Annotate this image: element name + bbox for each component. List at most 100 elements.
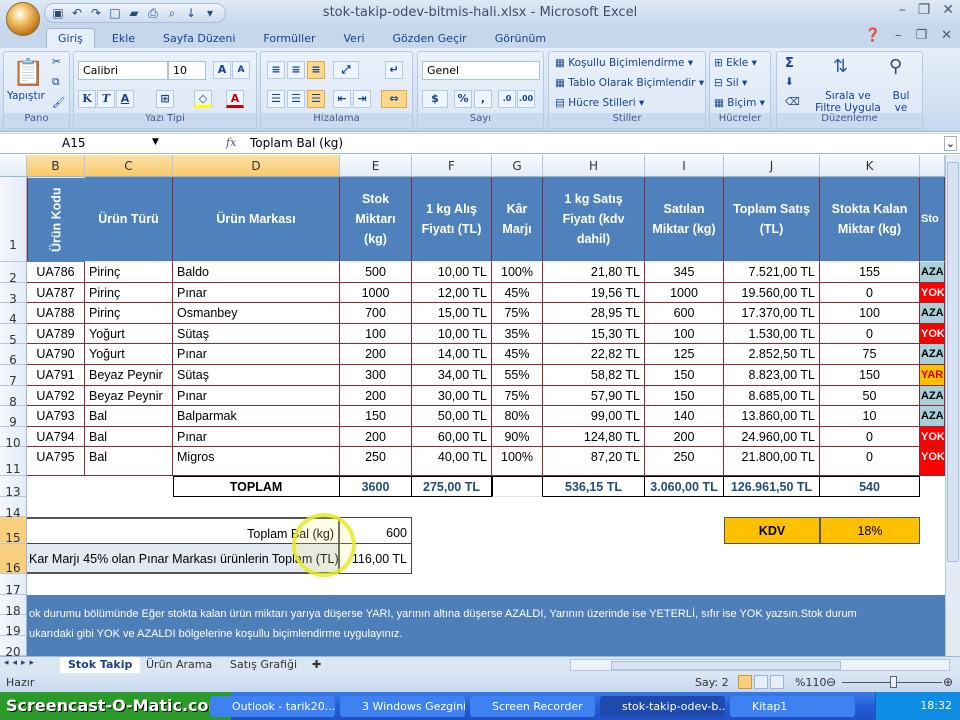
insert-function-button[interactable]: fx — [226, 136, 236, 149]
align-top-icon[interactable]: ≡ — [267, 61, 285, 79]
orientation-icon[interactable]: ⤢ — [333, 61, 359, 79]
align-bottom-icon[interactable]: ≡ — [307, 61, 325, 79]
tab-gorunum[interactable]: Görünüm — [484, 29, 557, 48]
horizontal-scrollbar[interactable] — [570, 659, 950, 671]
currency-icon[interactable]: $ — [422, 90, 448, 108]
page-layout-view-icon[interactable] — [754, 675, 768, 689]
column-header-j[interactable]: J — [724, 155, 820, 177]
fill-color-icon[interactable]: ◇ — [194, 90, 212, 108]
row-header-20[interactable]: 20 — [0, 636, 27, 659]
name-box[interactable]: A15 — [2, 135, 165, 153]
row-header-3[interactable]: 3 — [0, 282, 27, 306]
redo-icon[interactable]: ↷ — [89, 6, 103, 20]
worksheet-grid[interactable]: B C D E F G H I J K 1 2 3 4 5 6 7 8 9 10 11 13 14 15 16 17 18 19 20 Ü… — [0, 155, 945, 659]
open-folder-icon[interactable]: ▰ — [127, 6, 141, 20]
column-header-d[interactable]: D — [173, 155, 340, 177]
paste-button[interactable]: Yapıştır — [7, 90, 45, 102]
column-header-g[interactable]: G — [492, 155, 543, 177]
paste-icon[interactable]: 📋 — [12, 58, 44, 88]
help-icon[interactable]: ❓ — [865, 28, 881, 43]
undo-icon[interactable]: ↶ — [70, 6, 84, 20]
insert-cells-button[interactable]: ⊞ Ekle ▾ — [714, 57, 757, 69]
maximize-icon[interactable]: ❐ — [918, 2, 931, 18]
zoom-in-icon[interactable]: ⊕ — [943, 675, 953, 689]
vertical-scrollbar[interactable] — [945, 155, 960, 656]
column-header-f[interactable]: F — [412, 155, 492, 177]
clear-icon[interactable]: ⌫ — [785, 96, 800, 108]
align-middle-icon[interactable]: ≡ — [287, 61, 305, 79]
sort-filter-icon[interactable]: ⇅ — [833, 56, 848, 77]
row-header-8[interactable]: 8 — [0, 385, 27, 409]
sort-filter-button[interactable]: Sırala ve Filtre Uygula — [813, 90, 883, 114]
taskbar-item-kitap1[interactable]: Kitap1 — [730, 696, 855, 717]
minimize-icon[interactable]: – — [899, 2, 906, 18]
tab-formuller[interactable]: Formüller — [252, 29, 326, 48]
doc-minimize-icon[interactable]: – — [895, 28, 902, 43]
tab-sayfa-duzeni[interactable]: Sayfa Düzeni — [152, 29, 246, 48]
comma-button[interactable]: , — [474, 90, 492, 108]
autosum-button[interactable]: Σ — [785, 56, 794, 71]
row-header-14[interactable]: 14 — [0, 497, 27, 520]
align-center-icon[interactable]: ☰ — [287, 90, 305, 108]
row-header-13[interactable]: 13 — [0, 476, 27, 499]
office-button[interactable] — [6, 2, 40, 36]
doc-close-icon[interactable]: ✕ — [941, 28, 952, 43]
align-left-icon[interactable]: ☰ — [267, 90, 285, 108]
copy-icon[interactable]: ⧉ — [52, 76, 60, 89]
percent-button[interactable]: % — [454, 90, 472, 108]
row-header-18[interactable]: 18 — [0, 595, 27, 618]
taskbar-item-excel-stok[interactable]: stok-takip-odev-b... — [600, 696, 725, 717]
print-preview-icon[interactable]: ⌕ — [165, 6, 179, 20]
binoculars-icon[interactable]: ⚲ — [889, 56, 902, 77]
new-file-icon[interactable]: □ — [108, 6, 122, 20]
column-header-k[interactable]: K — [820, 155, 920, 177]
vertical-scroll-thumb[interactable] — [947, 162, 959, 562]
zoom-level[interactable]: %110 — [795, 676, 826, 689]
sheet-nav-arrows[interactable]: ◂◂▸▸ — [4, 658, 38, 668]
cell-styles-button[interactable]: ▤ Hücre Stilleri ▾ — [555, 97, 644, 109]
column-header-c[interactable]: C — [85, 155, 173, 177]
merge-center-icon[interactable]: ⇔ — [381, 90, 407, 108]
row-header-4[interactable]: 4 — [0, 303, 27, 326]
name-box-dropdown-icon[interactable]: ▼ — [152, 137, 159, 147]
increase-indent-icon[interactable]: ⇥ — [353, 90, 371, 108]
row-header-9[interactable]: 9 — [0, 406, 27, 429]
row-header-11[interactable]: 11 — [0, 447, 27, 476]
conditional-formatting-button[interactable]: ▦ Koşullu Biçimlendirme ▾ — [555, 57, 693, 69]
borders-icon[interactable]: ⊞ — [156, 90, 174, 108]
doc-restore-icon[interactable]: ❐ — [915, 28, 927, 43]
page-break-view-icon[interactable] — [770, 675, 784, 689]
decrease-decimal-icon[interactable]: .00 — [517, 90, 535, 108]
shrink-font-icon[interactable]: A — [232, 61, 250, 79]
format-as-table-button[interactable]: ▦ Tablo Olarak Biçimlendir ▾ — [555, 77, 704, 89]
customize-qat-icon[interactable]: ▾ — [203, 6, 217, 20]
decrease-indent-icon[interactable]: ⇤ — [333, 90, 351, 108]
number-format-select[interactable]: Genel — [422, 61, 540, 80]
column-header-i[interactable]: I — [645, 155, 724, 177]
row-header-15[interactable]: 15 — [0, 517, 27, 545]
zoom-out-icon[interactable]: ⊖ — [826, 675, 836, 689]
zoom-slider-thumb[interactable] — [890, 676, 897, 688]
column-header-h[interactable]: H — [543, 155, 645, 177]
expand-formula-bar-icon[interactable]: ⌄ — [944, 136, 957, 151]
row-header-19[interactable]: 19 — [0, 615, 27, 638]
row-header-16[interactable]: 16 — [0, 544, 27, 575]
sheet-tab-satis-grafigi[interactable]: Satış Grafiği — [222, 657, 305, 673]
fill-icon[interactable]: ⬇ — [785, 76, 794, 88]
taskbar-item-screen-recorder[interactable]: Screen Recorder — [470, 696, 595, 717]
insert-sheet-icon[interactable]: ✚ — [304, 657, 329, 673]
close-icon[interactable]: ✕ — [942, 2, 954, 18]
font-color-icon[interactable]: A — [226, 90, 244, 108]
sheet-tab-stok-takip[interactable]: Stok Takip — [60, 657, 141, 673]
sort-icon[interactable]: ↓ — [184, 6, 198, 20]
grow-font-icon[interactable]: A — [213, 61, 231, 79]
select-all-corner[interactable] — [0, 155, 27, 177]
delete-cells-button[interactable]: ⊟ Sil ▾ — [714, 77, 747, 89]
row-header-6[interactable]: 6 — [0, 344, 27, 367]
increase-decimal-icon[interactable]: .0 — [498, 90, 516, 108]
horizontal-scroll-thumb[interactable] — [611, 661, 841, 670]
align-right-icon[interactable]: ☰ — [307, 90, 325, 108]
row-header-10[interactable]: 10 — [0, 426, 27, 450]
tab-ekle[interactable]: Ekle — [101, 29, 146, 48]
column-header-e[interactable]: E — [340, 155, 412, 177]
